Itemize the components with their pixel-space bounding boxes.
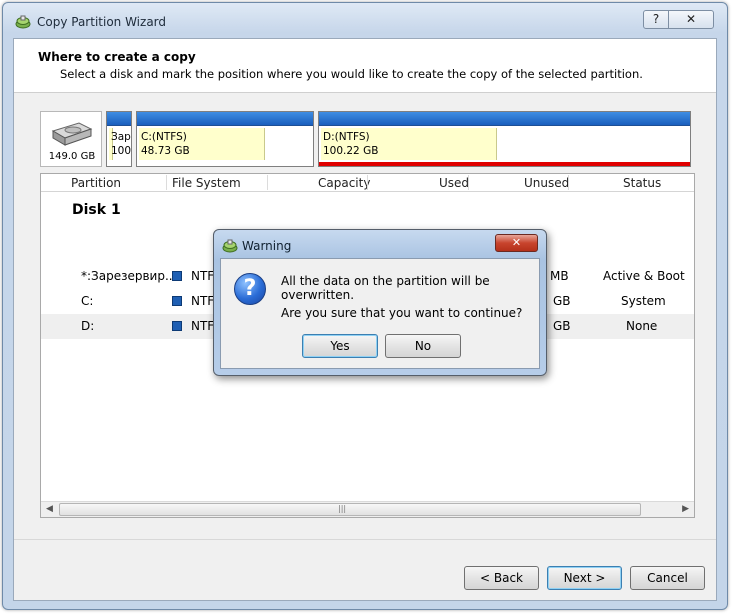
dialog-close-button[interactable]: ✕ (495, 234, 538, 252)
partition-block-reserved[interactable]: Зар 100 (106, 111, 132, 167)
partition-label: Зар 100 (111, 131, 132, 157)
partition-block-d[interactable]: D:(NTFS) 100.22 GB (318, 111, 691, 167)
help-button[interactable]: ? (643, 10, 669, 29)
scroll-right-arrow-icon[interactable]: ▶ (682, 504, 689, 514)
ntfs-color-icon (172, 271, 182, 281)
wizard-app-icon (15, 15, 31, 29)
dialog-message-warning: All the data on the partition will be ov… (281, 274, 490, 302)
cancel-button[interactable]: Cancel (630, 566, 705, 590)
wizard-app-icon (222, 239, 238, 253)
partition-label: D:(NTFS) 100.22 GB (323, 131, 379, 157)
warning-dialog: Warning ✕ ? All the data on the partitio… (213, 229, 547, 376)
dialog-message-question: Are you sure that you want to continue? (281, 306, 523, 320)
column-header-capacity[interactable]: Capacity (318, 176, 370, 190)
footer-divider (14, 539, 716, 540)
partition-label: C:(NTFS) 48.73 GB (141, 131, 190, 157)
window-title: Copy Partition Wizard (37, 15, 167, 29)
step-title: Where to create a copy (38, 50, 196, 64)
wizard-header: Where to create a copy Select a disk and… (14, 39, 716, 93)
no-button[interactable]: No (385, 334, 461, 358)
dialog-body: ? All the data on the partition will be … (220, 258, 540, 369)
column-header-unused[interactable]: Unused (524, 176, 569, 190)
ntfs-color-icon (172, 321, 182, 331)
partition-usage-bar (107, 112, 131, 126)
step-subtitle: Select a disk and mark the position wher… (60, 67, 643, 81)
scrollbar-thumb[interactable]: ||| (59, 503, 641, 516)
scroll-grip-icon: ||| (338, 504, 347, 513)
disk-size-label: 149.0 GB (48, 151, 96, 162)
question-icon: ? (234, 273, 266, 305)
column-header-file-system[interactable]: File System (172, 176, 241, 190)
selected-partition-marker (319, 162, 690, 166)
ntfs-color-icon (172, 296, 182, 306)
list-header: Partition File System Capacity Used Unus… (41, 174, 694, 192)
disk-group-label: Disk 1 (72, 202, 121, 218)
title-bar: Copy Partition Wizard ? ✕ (3, 3, 727, 37)
disk-tile[interactable]: 149.0 GB (40, 111, 102, 167)
yes-button[interactable]: Yes (302, 334, 378, 358)
disk-map: 149.0 GB Зар 100 C:(NTFS) 48.73 GB D:(NT… (40, 111, 696, 167)
dialog-title: Warning (242, 239, 292, 253)
back-button[interactable]: < Back (464, 566, 539, 590)
column-header-status[interactable]: Status (623, 176, 661, 190)
partition-block-c[interactable]: C:(NTFS) 48.73 GB (136, 111, 314, 167)
window-close-button[interactable]: ✕ (668, 10, 714, 29)
hard-disk-icon (51, 122, 93, 146)
column-header-used[interactable]: Used (439, 176, 469, 190)
next-button[interactable]: Next > (547, 566, 622, 590)
partition-usage-bar (137, 112, 313, 126)
horizontal-scrollbar[interactable]: ◀ ||| ▶ (41, 501, 694, 517)
column-header-partition[interactable]: Partition (71, 176, 121, 190)
scroll-left-arrow-icon[interactable]: ◀ (46, 504, 53, 514)
partition-usage-bar (319, 112, 690, 126)
